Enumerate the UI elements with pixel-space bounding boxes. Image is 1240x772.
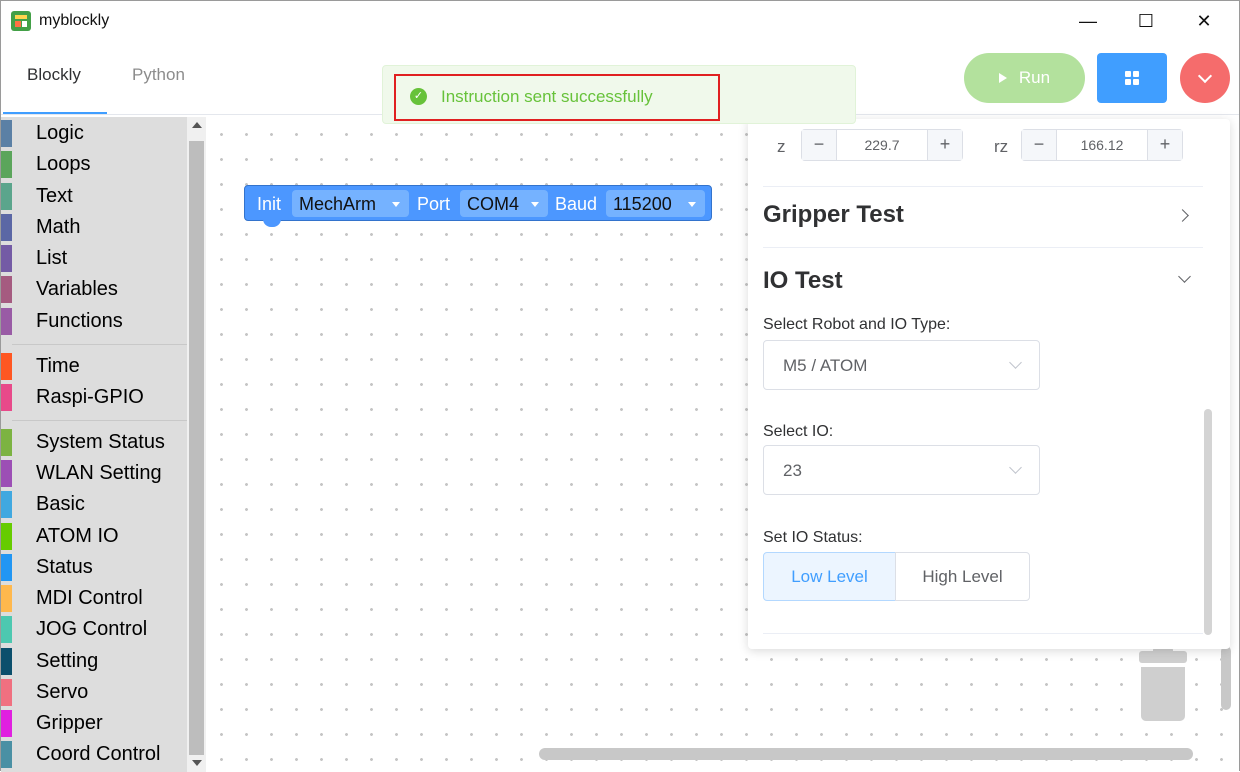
baud-value: 115200 (613, 194, 672, 214)
collapse-panel-button[interactable] (1180, 53, 1230, 103)
category-servo[interactable]: Servo (1, 677, 187, 707)
baud-dropdown[interactable]: 115200 (606, 190, 705, 217)
robot-value: MechArm (299, 194, 377, 214)
chevron-down-icon (1009, 356, 1022, 369)
low-level-button[interactable]: Low Level (763, 552, 896, 601)
close-button[interactable]: ✕ (1175, 1, 1233, 41)
toolbox: Logic Loops Text Math List Variables Fun… (1, 117, 187, 772)
z-increment-button[interactable]: + (927, 130, 962, 160)
panel-scrollbar[interactable] (1204, 409, 1212, 635)
run-button[interactable]: Run (964, 53, 1085, 103)
port-dropdown[interactable]: COM4 (460, 190, 548, 217)
port-value: COM4 (467, 194, 520, 214)
highlight-box (394, 74, 720, 121)
category-status[interactable]: Status (1, 552, 187, 582)
category-variables[interactable]: Variables (1, 274, 187, 304)
category-coord-control[interactable]: Coord Control (1, 739, 187, 769)
rz-stepper[interactable]: − 166.12 + (1021, 129, 1183, 161)
title-bar: myblockly — ☐ ✕ (1, 1, 1239, 41)
dropdown-arrow-icon (531, 202, 539, 207)
category-atom-io[interactable]: ATOM IO (1, 521, 187, 551)
category-list[interactable]: List (1, 243, 187, 273)
app-logo-icon (11, 11, 31, 31)
z-value[interactable]: 229.7 (837, 137, 927, 153)
rz-increment-button[interactable]: + (1147, 130, 1182, 160)
toolbox-separator (12, 344, 187, 345)
category-system-status[interactable]: System Status (1, 427, 187, 457)
category-logic[interactable]: Logic (1, 118, 187, 148)
rz-label: rz (994, 137, 1009, 156)
category-jog-control[interactable]: JOG Control (1, 614, 187, 644)
category-math[interactable]: Math (1, 212, 187, 242)
panel-divider (763, 247, 1203, 248)
robot-io-type-select[interactable]: M5 / ATOM (763, 340, 1040, 390)
category-mdi-control[interactable]: MDI Control (1, 583, 187, 613)
io-status-label: Set IO Status: (763, 529, 863, 546)
robot-dropdown[interactable]: MechArm (292, 190, 409, 217)
block-baud-label: Baud (555, 194, 598, 214)
workspace-horizontal-scrollbar[interactable] (539, 748, 1193, 760)
category-setting[interactable]: Setting (1, 646, 187, 676)
maximize-button[interactable]: ☐ (1117, 1, 1175, 41)
category-wlan-setting[interactable]: WLAN Setting (1, 458, 187, 488)
grid-icon (1125, 71, 1139, 85)
chevron-down-icon (1009, 461, 1022, 474)
category-basic[interactable]: Basic (1, 489, 187, 519)
z-stepper[interactable]: − 229.7 + (801, 129, 963, 161)
toolbox-scrollbar-thumb[interactable] (189, 141, 204, 755)
scroll-up-icon[interactable] (192, 122, 202, 128)
select-io-label: Select IO: (763, 423, 834, 440)
io-select[interactable]: 23 (763, 445, 1040, 495)
z-decrement-button[interactable]: − (802, 130, 837, 160)
grid-menu-button[interactable] (1097, 53, 1167, 103)
category-gripper[interactable]: Gripper (1, 708, 187, 738)
rz-decrement-button[interactable]: − (1022, 130, 1057, 160)
run-label: Run (1018, 68, 1051, 87)
high-level-button[interactable]: High Level (895, 552, 1030, 601)
dropdown-arrow-icon (392, 202, 400, 207)
category-loops[interactable]: Loops (1, 149, 187, 179)
toolbox-separator (12, 420, 187, 421)
z-label: z (777, 137, 786, 156)
trash-icon[interactable] (1139, 647, 1187, 721)
gripper-test-header[interactable]: Gripper Test (763, 201, 904, 229)
io-value: 23 (783, 461, 802, 480)
workspace-vertical-scrollbar[interactable] (1221, 646, 1231, 710)
minimize-button[interactable]: — (1059, 1, 1117, 41)
robot-io-type-value: M5 / ATOM (783, 356, 868, 375)
tab-blockly[interactable]: Blockly (27, 65, 81, 85)
rz-value[interactable]: 166.12 (1057, 137, 1147, 153)
tab-python[interactable]: Python (132, 65, 185, 85)
io-test-header[interactable]: IO Test (763, 267, 843, 295)
window-title: myblockly (39, 12, 110, 29)
block-init-label: Init (257, 194, 282, 214)
chevron-down-icon (1197, 68, 1213, 83)
category-functions[interactable]: Functions (1, 306, 187, 336)
panel-divider (763, 633, 1203, 634)
scroll-down-icon[interactable] (192, 760, 202, 766)
robot-io-type-label: Select Robot and IO Type: (763, 316, 951, 333)
category-raspi-gpio[interactable]: Raspi-GPIO (1, 382, 187, 412)
category-text[interactable]: Text (1, 181, 187, 211)
dropdown-arrow-icon (688, 202, 696, 207)
app-window: myblockly — ☐ ✕ Blockly Python Run Init … (0, 0, 1240, 772)
block-port-label: Port (417, 194, 451, 214)
panel-divider (763, 186, 1203, 187)
active-tab-indicator (3, 112, 107, 114)
play-icon (998, 73, 1007, 83)
category-time[interactable]: Time (1, 351, 187, 381)
